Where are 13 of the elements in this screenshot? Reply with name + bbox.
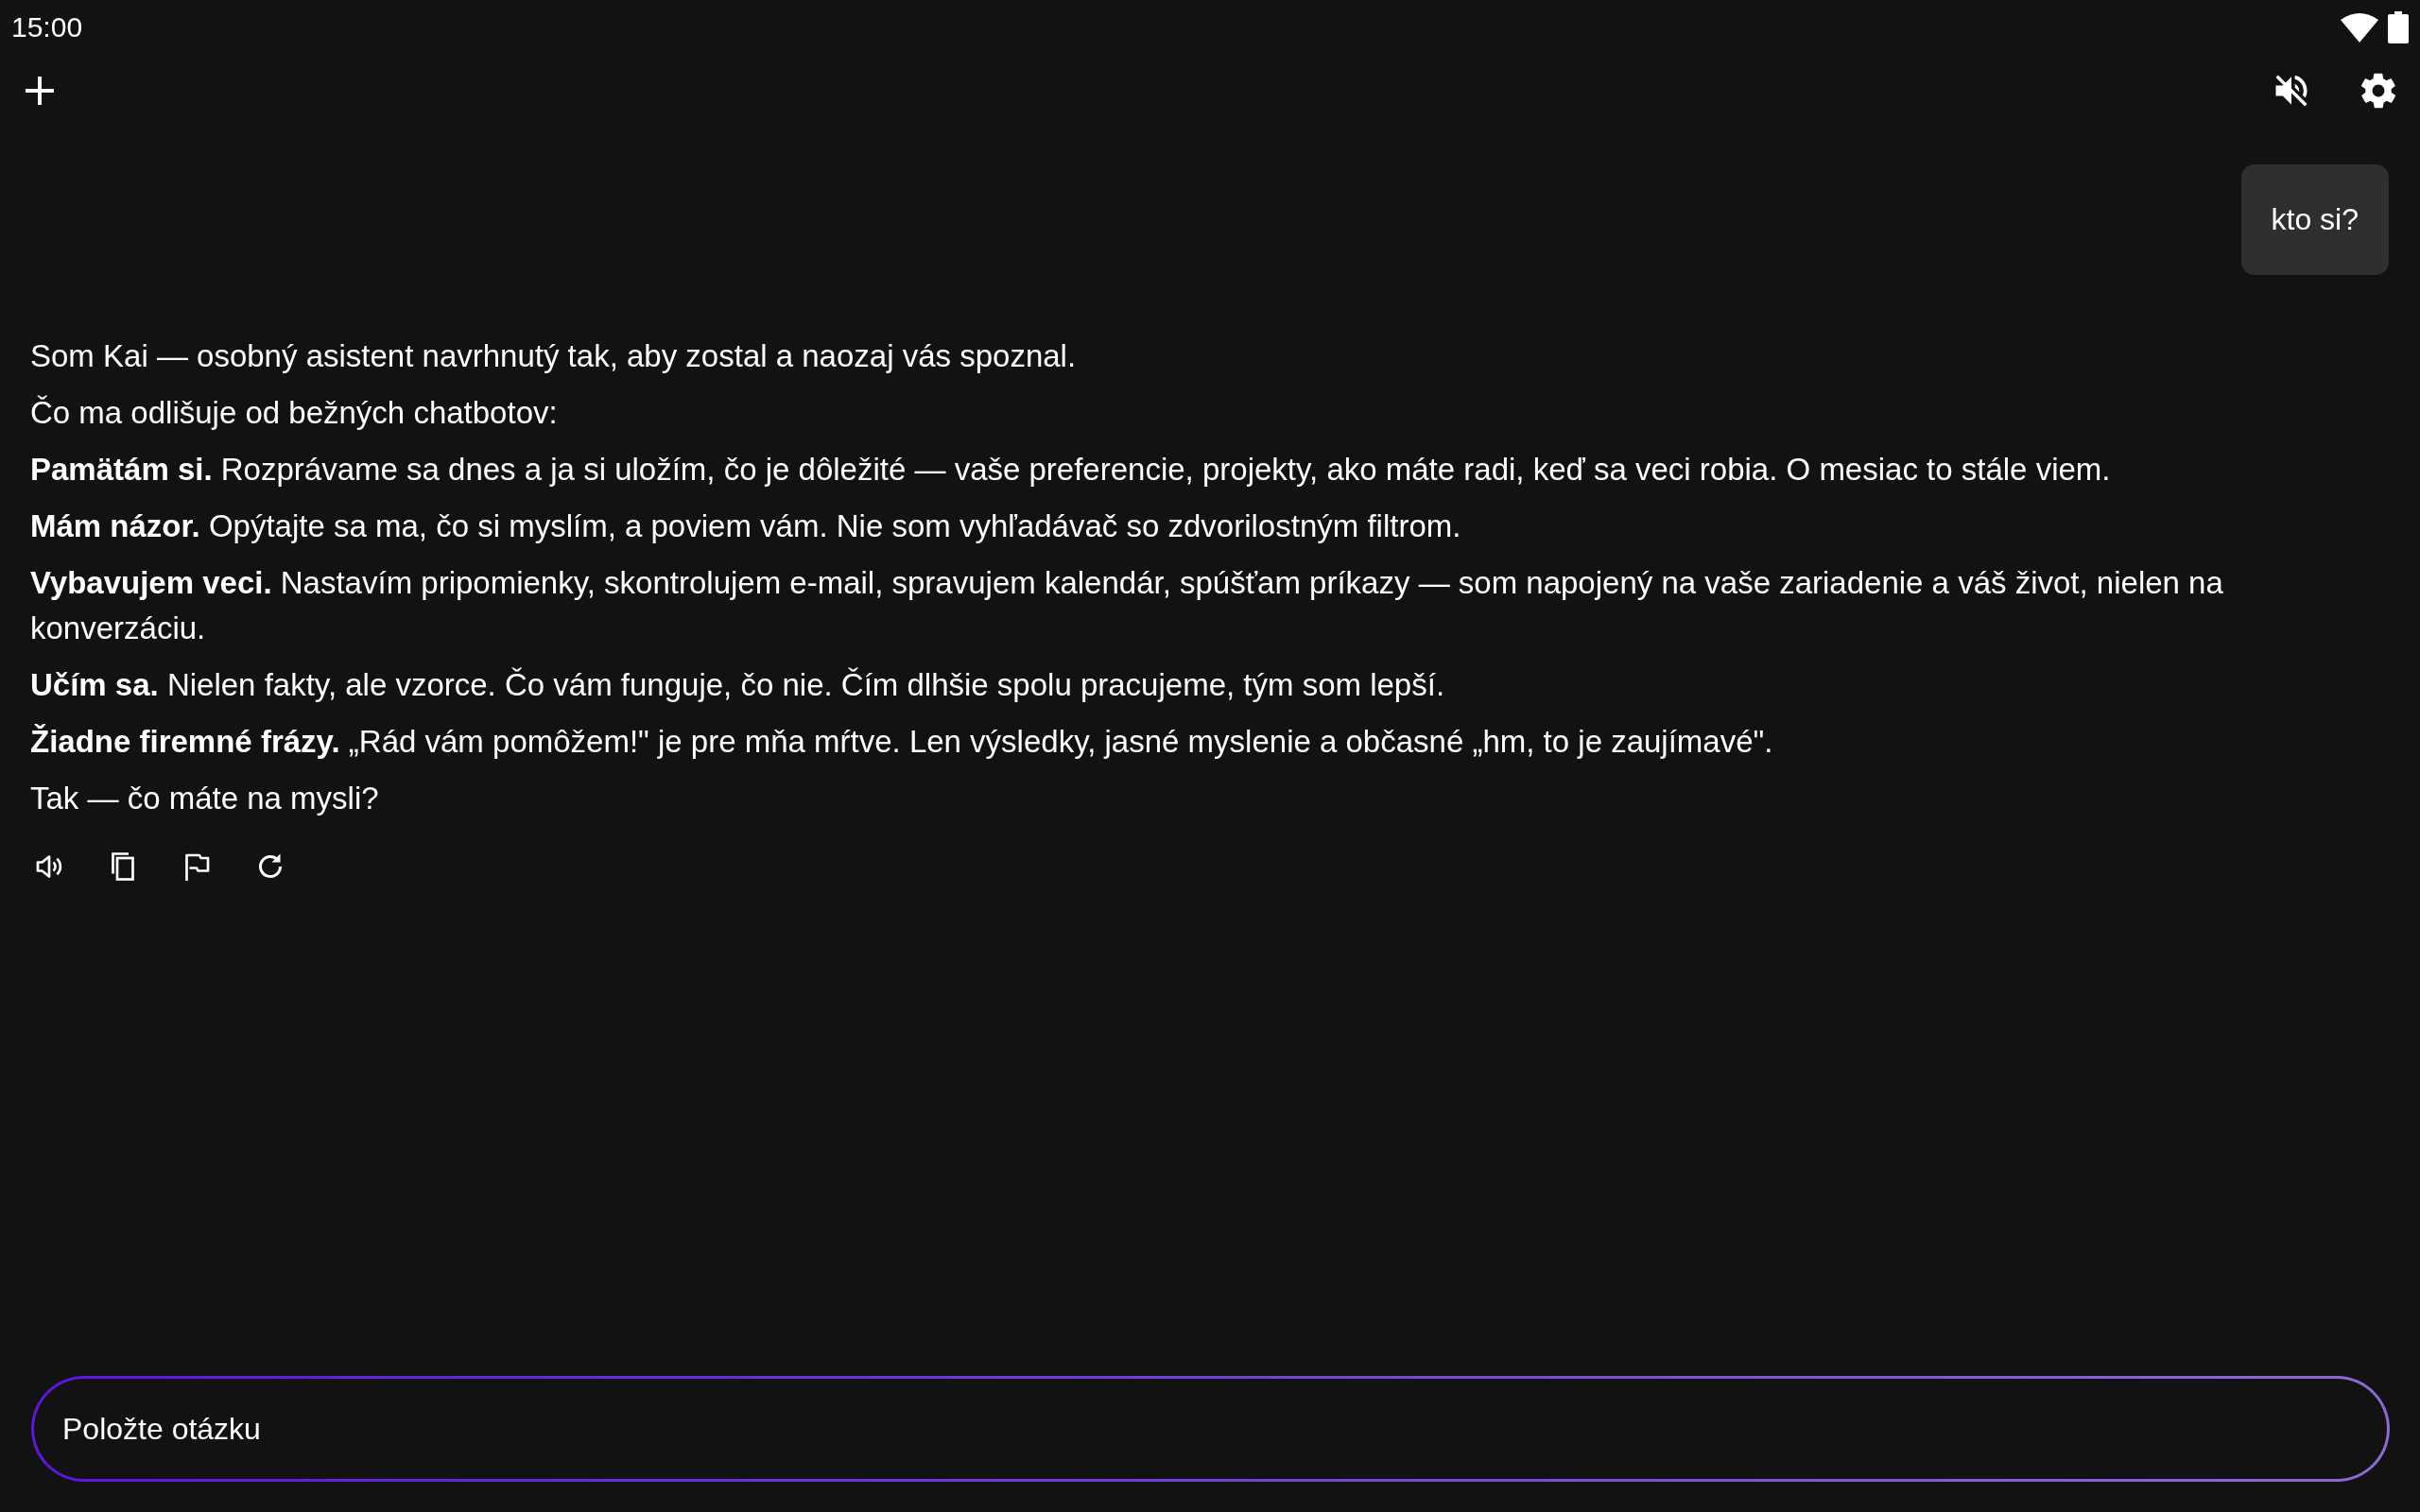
wifi-icon [2341,12,2378,43]
message-paragraph: Mám názor. Opýtajte sa ma, čo si myslím, a poviem vám. Nie som vyhľadávač so zdvorilostným filtrom. [30,507,1462,545]
message-paragraph: Učím sa. Nielen fakty, ale vzorce. Čo vám funguje, čo nie. Čím dlhšie spolu pracujeme, tým som lepší. [30,666,1446,704]
message-paragraph: Čo ma odlišuje od bežných chatbotov: [30,394,559,432]
message-paragraph: Tak — čo máte na mysli? [30,780,380,817]
battery-icon [2388,11,2409,43]
message-paragraph: Som Kai — osobný asistent navrhnutý tak, aby zostal a naozaj vás spoznal. [30,337,1078,375]
user-message-bubble: kto si? [2240,164,2389,275]
message-paragraph: Pamätám si. Rozprávame sa dnes a ja si uložím, čo je dôležité — vaše preferencie, projekty, ako máte radi, keď sa veci robia. O mesiac to stále viem. [30,451,2112,489]
question-input[interactable]: Položte otázku [31,1376,2390,1482]
status-time: 15:00 [11,11,83,43]
message-paragraph: Vybavujem veci. Nastavím pripomienky, skontrolujem e-mail, spravujem kalendár, spúšťam príkazy — som napojený na vaše zariadenie a váš život, nielen na konverzáciu. [30,564,2224,647]
message-paragraph: Žiadne firemné frázy. „Rád vám pomôžem!" je pre mňa mŕtve. Len výsledky, jasné myslenie a občasné „hm, to je zaujímavé". [30,723,1774,761]
